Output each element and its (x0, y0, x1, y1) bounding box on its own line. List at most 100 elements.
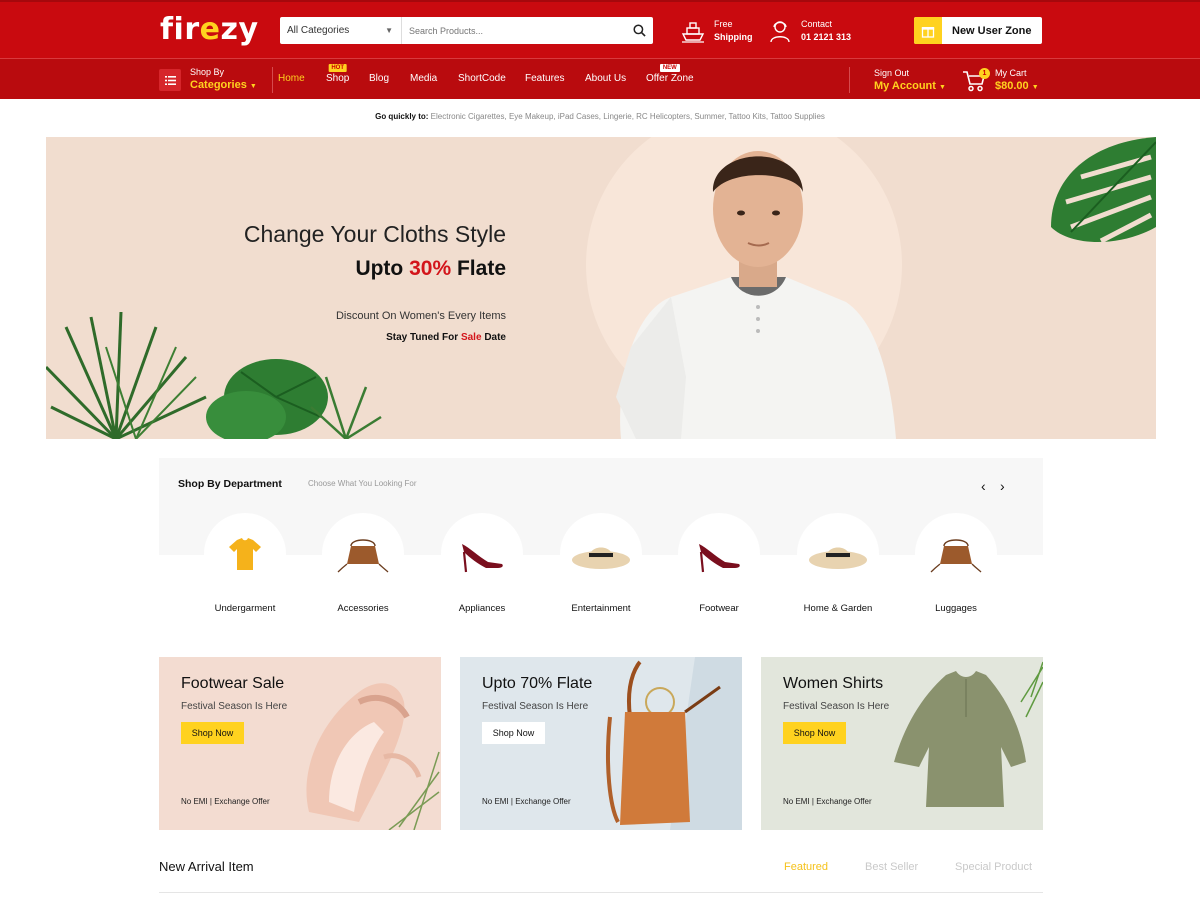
quick-links-label: Go quickly to: (375, 112, 429, 121)
quick-link[interactable]: Electronic Cigarettes (431, 112, 505, 121)
promo-note: No EMI | Exchange Offer (783, 797, 872, 806)
nav-blog-label: Blog (369, 73, 390, 84)
quick-link[interactable]: Tattoo Kits (729, 112, 766, 121)
department-item-label: Home & Garden (803, 603, 873, 614)
support-agent-icon (770, 21, 790, 43)
nav-shortcode-label: ShortCode (458, 73, 506, 84)
department-item[interactable]: Footwear (678, 513, 760, 614)
shop-now-button[interactable]: Shop Now (783, 722, 846, 744)
search-button[interactable] (625, 17, 653, 44)
department-item[interactable]: Luggages (915, 513, 997, 614)
department-item[interactable]: Accessories (322, 513, 404, 614)
chevron-down-icon: ▼ (939, 84, 946, 91)
department-item-label: Entertainment (571, 603, 631, 614)
nav-media-label: Media (410, 73, 438, 84)
hero-tagline: Stay Tuned For Sale Date (386, 332, 506, 343)
shop-now-button[interactable]: Shop Now (181, 722, 244, 744)
shop-now-button[interactable]: Shop Now (482, 722, 545, 744)
category-select[interactable]: All Categories ▼ (280, 17, 402, 44)
hero-description: Discount On Women's Every Items (335, 310, 506, 322)
shipping-line2: Shipping (714, 32, 753, 42)
nav-about-label: About Us (585, 73, 627, 84)
nav-offer-label: Offer Zone (646, 73, 694, 84)
nav-blog[interactable]: Blog (369, 73, 389, 84)
nav-features[interactable]: Features (525, 73, 564, 84)
department-subtitle: Choose What You Looking For (308, 479, 417, 488)
department-item[interactable]: Entertainment (560, 513, 642, 614)
contact-info: Contact 01 2121 313 (767, 18, 851, 44)
promo-title: Upto 70% Flate (482, 675, 593, 692)
quick-links-bar: Go quickly to: Electronic Cigarettes, Ey… (375, 112, 825, 121)
promo-banner-bags[interactable]: Upto 70% Flate Festival Season Is Here S… (460, 657, 742, 830)
chevron-down-icon: ▼ (249, 83, 257, 90)
tab-best-seller[interactable]: Best Seller (865, 861, 918, 873)
hero-subtitle: Upto 30% Flate (355, 257, 506, 281)
promo-subtitle: Festival Season Is Here (181, 701, 288, 712)
cart-icon: 1 (962, 68, 990, 92)
department-item-label: Footwear (699, 603, 739, 614)
shirt-image (894, 661, 1043, 807)
nav-shortcode[interactable]: ShortCode (458, 73, 506, 84)
nav-about-us[interactable]: About Us (585, 73, 626, 84)
search-input[interactable] (402, 17, 625, 44)
tote-bag-image (605, 657, 742, 830)
department-title: Shop By Department (178, 478, 282, 490)
nav-offer-zone[interactable]: NEW Offer Zone (646, 64, 694, 84)
nav-media[interactable]: Media (410, 73, 437, 84)
department-item-label: Luggages (935, 603, 977, 614)
quick-link[interactable]: RC Helicopters (636, 112, 690, 121)
quick-link[interactable]: iPad Cases (558, 112, 599, 121)
promo-title: Footwear Sale (181, 675, 285, 692)
nav-features-label: Features (525, 73, 565, 84)
chevron-left-icon[interactable]: ‹ (981, 478, 986, 494)
department-item-label: Appliances (458, 603, 506, 614)
chevron-down-icon: ▼ (1031, 84, 1039, 91)
logo-text-end: zy (220, 12, 259, 47)
hero-tagline-pre: Stay Tuned For (386, 332, 459, 343)
tab-special-product[interactable]: Special Product (955, 861, 1032, 873)
nav-shop-label: Shop (326, 73, 350, 84)
department-item[interactable]: Home & Garden (797, 513, 879, 614)
promo-banner-footwear[interactable]: Footwear Sale Festival Season Is Here Sh… (159, 657, 441, 830)
cart-button[interactable]: 1 My Cart $80.00 ▼ (962, 67, 1039, 95)
top-header: firezy All Categories ▼ Free Shipping Cont… (0, 0, 1200, 58)
hero-discount: 30% (409, 257, 452, 280)
promo-note: No EMI | Exchange Offer (181, 797, 270, 806)
hero-banner[interactable]: Change Your Cloths Style Upto 30% Flate … (46, 137, 1156, 439)
bag-icon (930, 539, 982, 573)
gift-icon (914, 17, 942, 44)
department-item[interactable]: Appliances (441, 513, 523, 614)
promo-note: No EMI | Exchange Offer (482, 797, 571, 806)
new-user-zone-label: New User Zone (952, 24, 1032, 37)
sign-out-link[interactable]: Sign Out (874, 67, 946, 79)
promo-subtitle: Festival Season Is Here (482, 701, 589, 712)
quick-link[interactable]: Summer (694, 112, 724, 121)
hero-title: Change Your Cloths Style (243, 221, 506, 247)
chevron-right-icon[interactable]: › (1000, 478, 1005, 494)
contact-line1: Contact (801, 19, 833, 29)
quick-link[interactable]: Lingerie (603, 112, 631, 121)
search-bar: All Categories ▼ (280, 17, 653, 44)
promo-banner-shirts[interactable]: Women Shirts Festival Season Is Here Sho… (761, 657, 1043, 830)
department-item-label: Undergarment (214, 603, 276, 614)
new-user-zone-button[interactable]: New User Zone (914, 17, 1042, 44)
contact-phone: 01 2121 313 (801, 32, 852, 42)
category-select-value: All Categories (287, 25, 350, 36)
my-account-menu[interactable]: Sign Out My Account ▼ (874, 67, 946, 95)
bag-icon (337, 539, 389, 573)
quick-link[interactable]: Eye Makeup (509, 112, 553, 121)
nav-home[interactable]: Home (278, 73, 305, 84)
site-logo[interactable]: firezy (160, 12, 259, 47)
quick-link[interactable]: Tattoo Supplies (770, 112, 825, 121)
department-item[interactable]: Undergarment (204, 513, 286, 614)
nav-shop[interactable]: HOT Shop (326, 64, 350, 84)
hero-tagline-post: Date (484, 332, 506, 343)
shop-by-label: Shop By (190, 67, 225, 77)
tab-featured[interactable]: Featured (784, 861, 828, 873)
heel-icon (462, 544, 503, 573)
hat-icon (572, 547, 630, 569)
shop-by-categories[interactable]: Shop By Categories ▼ (159, 66, 257, 94)
my-cart-label: My Cart (995, 68, 1027, 78)
hot-badge: HOT (328, 64, 348, 72)
cart-count-badge: 1 (979, 68, 990, 79)
